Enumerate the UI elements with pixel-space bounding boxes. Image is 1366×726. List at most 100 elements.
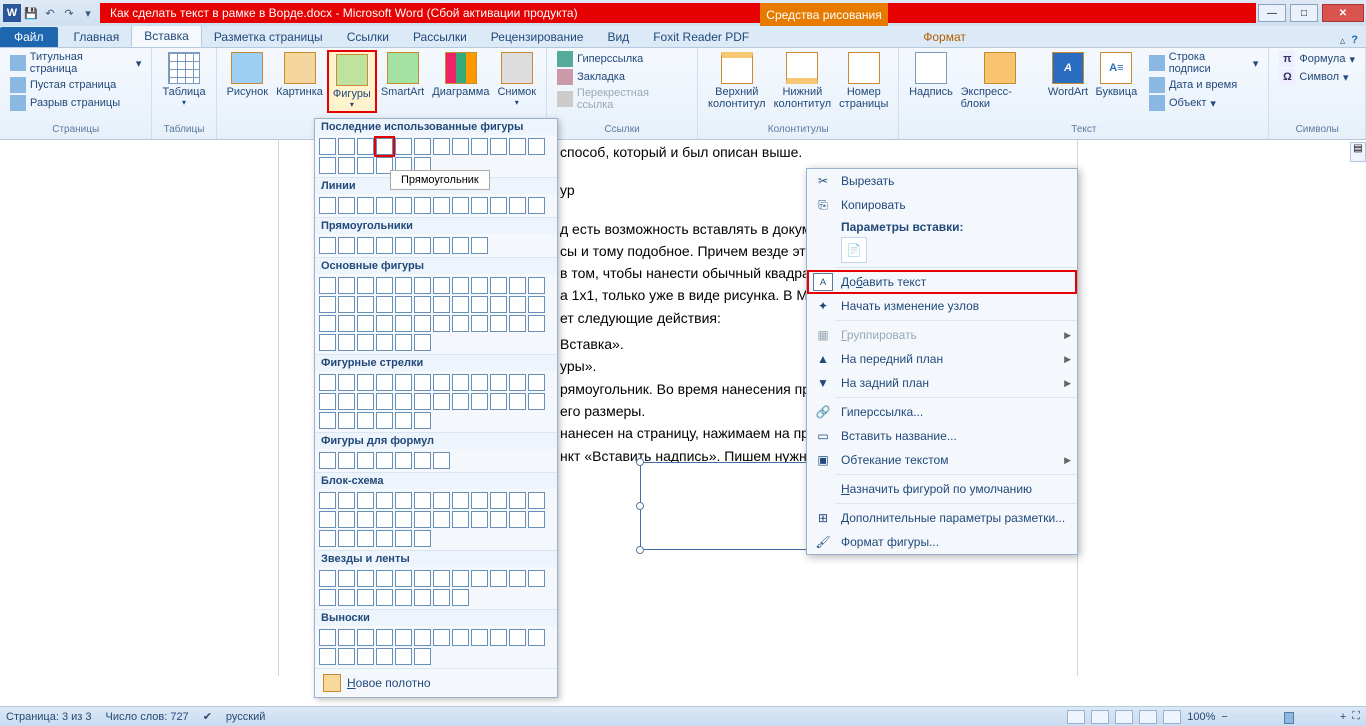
status-lang[interactable]: русский [226, 711, 265, 723]
dropcap-button[interactable]: A≡Буквица [1092, 50, 1141, 100]
tab-insert[interactable]: Вставка [131, 25, 202, 47]
shape-item[interactable] [414, 138, 431, 155]
shape-item[interactable] [414, 237, 431, 254]
ctx-cut[interactable]: ✂Вырезать [807, 169, 1077, 193]
shape-item[interactable] [490, 138, 507, 155]
sigline-button[interactable]: Строка подписи ▾ [1145, 50, 1262, 76]
close-button[interactable]: ✕ [1322, 4, 1364, 22]
shape-item[interactable] [357, 492, 374, 509]
tab-file[interactable]: Файл [0, 27, 58, 47]
shape-item[interactable] [319, 157, 336, 174]
shape-item[interactable] [357, 648, 374, 665]
shape-item[interactable] [471, 393, 488, 410]
shape-item[interactable] [452, 237, 469, 254]
tab-format[interactable]: Формат [911, 27, 978, 47]
shape-item[interactable] [490, 296, 507, 313]
tab-review[interactable]: Рецензирование [479, 27, 596, 47]
shape-item[interactable] [414, 589, 431, 606]
shape-item[interactable] [376, 412, 393, 429]
shape-item[interactable] [357, 412, 374, 429]
shape-item[interactable] [509, 296, 526, 313]
blank-page-button[interactable]: Пустая страница [6, 76, 120, 94]
shape-item[interactable] [471, 511, 488, 528]
shape-item[interactable] [414, 374, 431, 391]
status-page[interactable]: Страница: 3 из 3 [6, 711, 92, 723]
shape-item[interactable] [319, 277, 336, 294]
shape-item[interactable] [395, 492, 412, 509]
shape-item[interactable] [509, 511, 526, 528]
ctx-more-layout[interactable]: ⊞Дополнительные параметры разметки... [807, 506, 1077, 530]
shape-item[interactable] [395, 334, 412, 351]
shape-item[interactable] [471, 570, 488, 587]
status-words[interactable]: Число слов: 727 [106, 711, 189, 723]
shape-item[interactable] [357, 452, 374, 469]
ctx-wrap[interactable]: ▣Обтекание текстом▶ [807, 448, 1077, 472]
shape-item[interactable] [433, 393, 450, 410]
shape-item[interactable] [452, 296, 469, 313]
shape-item[interactable] [471, 629, 488, 646]
shape-item[interactable] [319, 452, 336, 469]
shape-item[interactable] [338, 393, 355, 410]
shape-item[interactable] [376, 296, 393, 313]
shape-item[interactable] [452, 315, 469, 332]
shape-item[interactable] [395, 629, 412, 646]
shape-item[interactable] [319, 374, 336, 391]
shape-item[interactable] [414, 296, 431, 313]
shape-item[interactable] [357, 589, 374, 606]
shape-item[interactable] [452, 393, 469, 410]
shape-item[interactable] [414, 412, 431, 429]
shape-item[interactable] [376, 629, 393, 646]
shape-item[interactable] [376, 589, 393, 606]
textbox-button[interactable]: Надпись [905, 50, 956, 100]
shape-item[interactable] [376, 277, 393, 294]
shape-item[interactable] [357, 374, 374, 391]
shape-item[interactable] [433, 374, 450, 391]
new-canvas-item[interactable]: Новое полотно [315, 669, 557, 697]
shape-item[interactable] [357, 629, 374, 646]
shape-item[interactable] [357, 237, 374, 254]
shape-item[interactable] [319, 530, 336, 547]
ctx-copy[interactable]: ⎘Копировать [807, 193, 1077, 217]
shape-item[interactable] [357, 315, 374, 332]
shape-item[interactable] [433, 629, 450, 646]
shape-item[interactable] [338, 334, 355, 351]
shape-item[interactable] [528, 296, 545, 313]
tab-layout[interactable]: Разметка страницы [202, 27, 335, 47]
hyperlink-button[interactable]: Гиперссылка [553, 50, 647, 68]
shape-item[interactable] [376, 237, 393, 254]
tab-references[interactable]: Ссылки [335, 27, 401, 47]
ctx-bring-front[interactable]: ▲На передний план▶ [807, 347, 1077, 371]
shape-item[interactable] [319, 570, 336, 587]
shape-item[interactable] [319, 334, 336, 351]
shape-item[interactable] [395, 393, 412, 410]
undo-icon[interactable]: ↶ [41, 4, 59, 22]
shape-item[interactable] [414, 334, 431, 351]
shape-item[interactable] [490, 393, 507, 410]
shape-item[interactable] [338, 511, 355, 528]
shape-item[interactable] [414, 277, 431, 294]
shape-item[interactable] [414, 648, 431, 665]
fullscreen-icon[interactable]: ⛶ [1352, 710, 1360, 723]
shape-item[interactable] [528, 374, 545, 391]
tab-mailings[interactable]: Рассылки [401, 27, 479, 47]
clipart-button[interactable]: Картинка [272, 50, 327, 100]
quickparts-button[interactable]: Экспресс-блоки [957, 50, 1045, 112]
shape-item[interactable] [433, 197, 450, 214]
view-draft[interactable] [1163, 710, 1181, 724]
chart-button[interactable]: Диаграмма [428, 50, 493, 100]
shape-item[interactable] [452, 374, 469, 391]
shape-item[interactable] [319, 197, 336, 214]
shape-item[interactable] [528, 277, 545, 294]
shape-item[interactable] [376, 374, 393, 391]
ctx-edit-points[interactable]: ✦Начать изменение узлов [807, 294, 1077, 318]
paste-option-icon[interactable]: 📄 [841, 237, 867, 263]
shape-item[interactable] [528, 315, 545, 332]
ctx-hyperlink[interactable]: 🔗Гиперссылка... [807, 400, 1077, 424]
shape-item[interactable] [319, 412, 336, 429]
status-proof-icon[interactable]: ✔ [203, 710, 212, 723]
shape-item[interactable] [357, 511, 374, 528]
shape-item[interactable] [395, 277, 412, 294]
shape-item[interactable] [338, 570, 355, 587]
shape-item[interactable] [528, 393, 545, 410]
footer-button[interactable]: Нижний колонтитул [770, 50, 836, 112]
